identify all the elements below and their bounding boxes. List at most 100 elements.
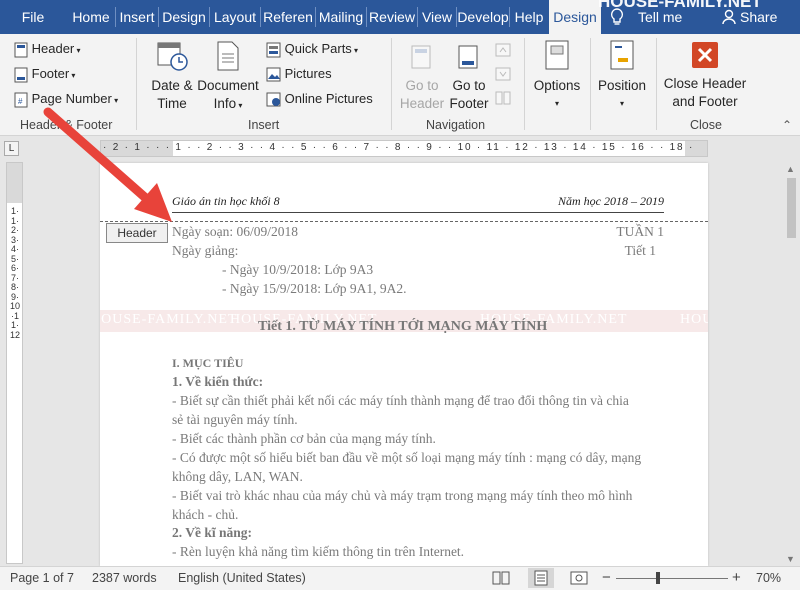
next-section-button[interactable] (494, 66, 512, 87)
previous-section-button[interactable] (494, 42, 512, 63)
tab-file[interactable]: File (0, 0, 66, 34)
watermark-text: HOUSE-FAMILY.NET (680, 312, 708, 327)
header-rule (172, 212, 664, 213)
collapse-ribbon-button[interactable]: ⌃ (782, 118, 792, 132)
page-count[interactable]: Page 1 of 7 (10, 571, 74, 585)
document-page[interactable]: Giáo án tin học khối 8 Năm học 2018 – 20… (100, 163, 708, 566)
online-pictures-button[interactable]: Online Pictures (266, 91, 373, 107)
paragraph-line[interactable]: sẻ tài nguyên máy tính. (172, 412, 298, 428)
group-separator (590, 38, 591, 130)
zoom-level[interactable]: 70% (756, 571, 781, 585)
position-button[interactable]: Position ▾ (594, 38, 650, 113)
read-mode-button[interactable] (492, 570, 510, 589)
group-separator (524, 38, 525, 130)
ki-nang-heading[interactable]: 2. Về kĩ năng: (172, 525, 252, 541)
options-button[interactable]: Options ▾ (530, 38, 584, 113)
vertical-scrollbar[interactable]: ▲ ▼ (784, 162, 798, 566)
vertical-ruler[interactable]: 1·1·2·3·4·5·6·7·8·9·10·11·12 (6, 162, 23, 564)
go-to-header-button[interactable]: Go to Header (398, 40, 446, 113)
options-label: Options (533, 78, 581, 93)
group-separator (391, 38, 392, 130)
zoom-slider-thumb[interactable] (656, 572, 660, 584)
header-right-text[interactable]: Năm học 2018 – 2019 (558, 194, 664, 209)
svg-text:#: # (18, 97, 23, 106)
header-dropdown-button[interactable]: Header ▾ (14, 41, 81, 58)
print-layout-button[interactable] (528, 568, 554, 588)
document-info-label-2: Info ▾ (213, 96, 243, 111)
group-label-insert: Insert (248, 118, 280, 132)
tuan-text[interactable]: TUẦN 1 (616, 224, 664, 240)
document-info-icon (217, 41, 239, 71)
paragraph-line[interactable]: - Biết sự cần thiết phải kết nối các máy… (172, 393, 629, 409)
date-time-label-2: Time (157, 96, 187, 111)
tab-selector-button[interactable]: L (4, 141, 19, 156)
page-header-area[interactable]: Giáo án tin học khối 8 Năm học 2018 – 20… (100, 163, 708, 221)
paragraph-line[interactable]: không dây, LAN, WAN. (172, 469, 303, 485)
word-count[interactable]: 2387 words (92, 571, 157, 585)
picture-icon (266, 67, 281, 82)
date-line-1[interactable]: - Ngày 10/9/2018: Lớp 9A3 (222, 262, 373, 278)
previous-icon (495, 43, 511, 57)
tab-help[interactable]: Help (510, 0, 548, 34)
close-header-footer-button[interactable]: Close Header and Footer (660, 38, 750, 111)
tab-design-header-footer[interactable]: Design (549, 0, 601, 34)
go-to-footer-button[interactable]: Go to Footer (446, 40, 492, 113)
scroll-up-arrow-icon[interactable]: ▲ (786, 164, 795, 174)
header-tag-label: Header (106, 223, 168, 243)
header-icon (14, 42, 28, 58)
online-pictures-label: Online Pictures (284, 91, 373, 106)
footer-dropdown-button[interactable]: Footer ▾ (14, 66, 75, 83)
status-bar: Page 1 of 7 2387 words English (United S… (0, 566, 800, 590)
scroll-down-arrow-icon[interactable]: ▼ (786, 554, 795, 564)
tab-layout[interactable]: Layout (210, 0, 260, 34)
person-icon (722, 9, 736, 25)
tab-design[interactable]: Design (159, 0, 209, 34)
calendar-clock-icon (157, 42, 188, 71)
page-number-dropdown-button[interactable]: # Page Number ▾ (14, 91, 118, 108)
tab-review[interactable]: Review (367, 0, 417, 34)
quick-parts-label: Quick Parts (284, 41, 352, 56)
muc-tieu-heading[interactable]: I. MỤC TIÊU (172, 356, 243, 371)
paragraph-line[interactable]: - Rèn luyện khả năng tìm kiếm thông tin … (172, 544, 464, 560)
paragraph-line[interactable]: - Biết vai trò khác nhau của máy chủ và … (172, 488, 632, 504)
tell-me-search[interactable]: Tell me (610, 0, 682, 34)
zoom-out-button[interactable]: − (602, 569, 611, 586)
document-info-button[interactable]: Document Info ▾ (196, 40, 260, 115)
web-layout-button[interactable] (570, 570, 588, 589)
zoom-slider-track[interactable] (616, 578, 728, 579)
tell-me-label: Tell me (638, 9, 683, 25)
link-to-previous-button[interactable] (494, 90, 512, 111)
tab-mailings[interactable]: Mailing (316, 0, 366, 34)
date-line-2[interactable]: - Ngày 15/9/2018: Lớp 9A1, 9A2. (222, 281, 407, 297)
tab-developer[interactable]: Develop (457, 0, 509, 34)
header-left-text[interactable]: Giáo án tin học khối 8 (172, 194, 280, 209)
go-to-header-icon (411, 45, 431, 69)
paragraph-line[interactable]: - Có được một số hiểu biết ban đầu về mộ… (172, 450, 641, 466)
date-time-button[interactable]: Date & Time (144, 40, 200, 113)
horizontal-ruler[interactable]: · 2 · 1 · · · 1 · · 2 · · 3 · · 4 · · 5 … (100, 140, 708, 157)
group-separator (136, 38, 137, 130)
tiet-text[interactable]: Tiết 1 (625, 243, 656, 259)
options-icon (545, 40, 569, 70)
share-button[interactable]: Share (722, 0, 777, 34)
watermark-text: HOUSE-FAMILY.NET (100, 312, 238, 327)
ngay-giang-text[interactable]: Ngày giảng: (172, 243, 238, 259)
paragraph-line[interactable]: khách - chủ. (172, 507, 238, 523)
ngay-soan-text[interactable]: Ngày soạn: 06/09/2018 (172, 224, 298, 240)
tab-view[interactable]: View (418, 0, 456, 34)
go-to-footer-icon (458, 45, 478, 69)
quick-parts-button[interactable]: Quick Parts ▾ (266, 41, 358, 58)
zoom-in-button[interactable]: + (732, 569, 741, 586)
tab-references[interactable]: Referen (261, 0, 315, 34)
scrollbar-thumb[interactable] (787, 178, 796, 238)
pictures-button[interactable]: Pictures (266, 66, 332, 82)
next-icon (495, 67, 511, 81)
paragraph-line[interactable]: - Biết các thành phần cơ bản của mạng má… (172, 431, 436, 447)
kien-thuc-heading[interactable]: 1. Về kiến thức: (172, 374, 263, 390)
footer-icon (14, 67, 28, 83)
lesson-title[interactable]: Tiết 1. TỪ MÁY TÍNH TỚI MẠNG MÁY TÍNH (258, 319, 547, 335)
language-indicator[interactable]: English (United States) (178, 571, 306, 585)
tab-home[interactable]: Home (67, 0, 115, 34)
tab-insert[interactable]: Insert (116, 0, 158, 34)
horizontal-ruler-row: L · 2 · 1 · · · 1 · · 2 · · 3 · · 4 · · … (0, 137, 800, 160)
